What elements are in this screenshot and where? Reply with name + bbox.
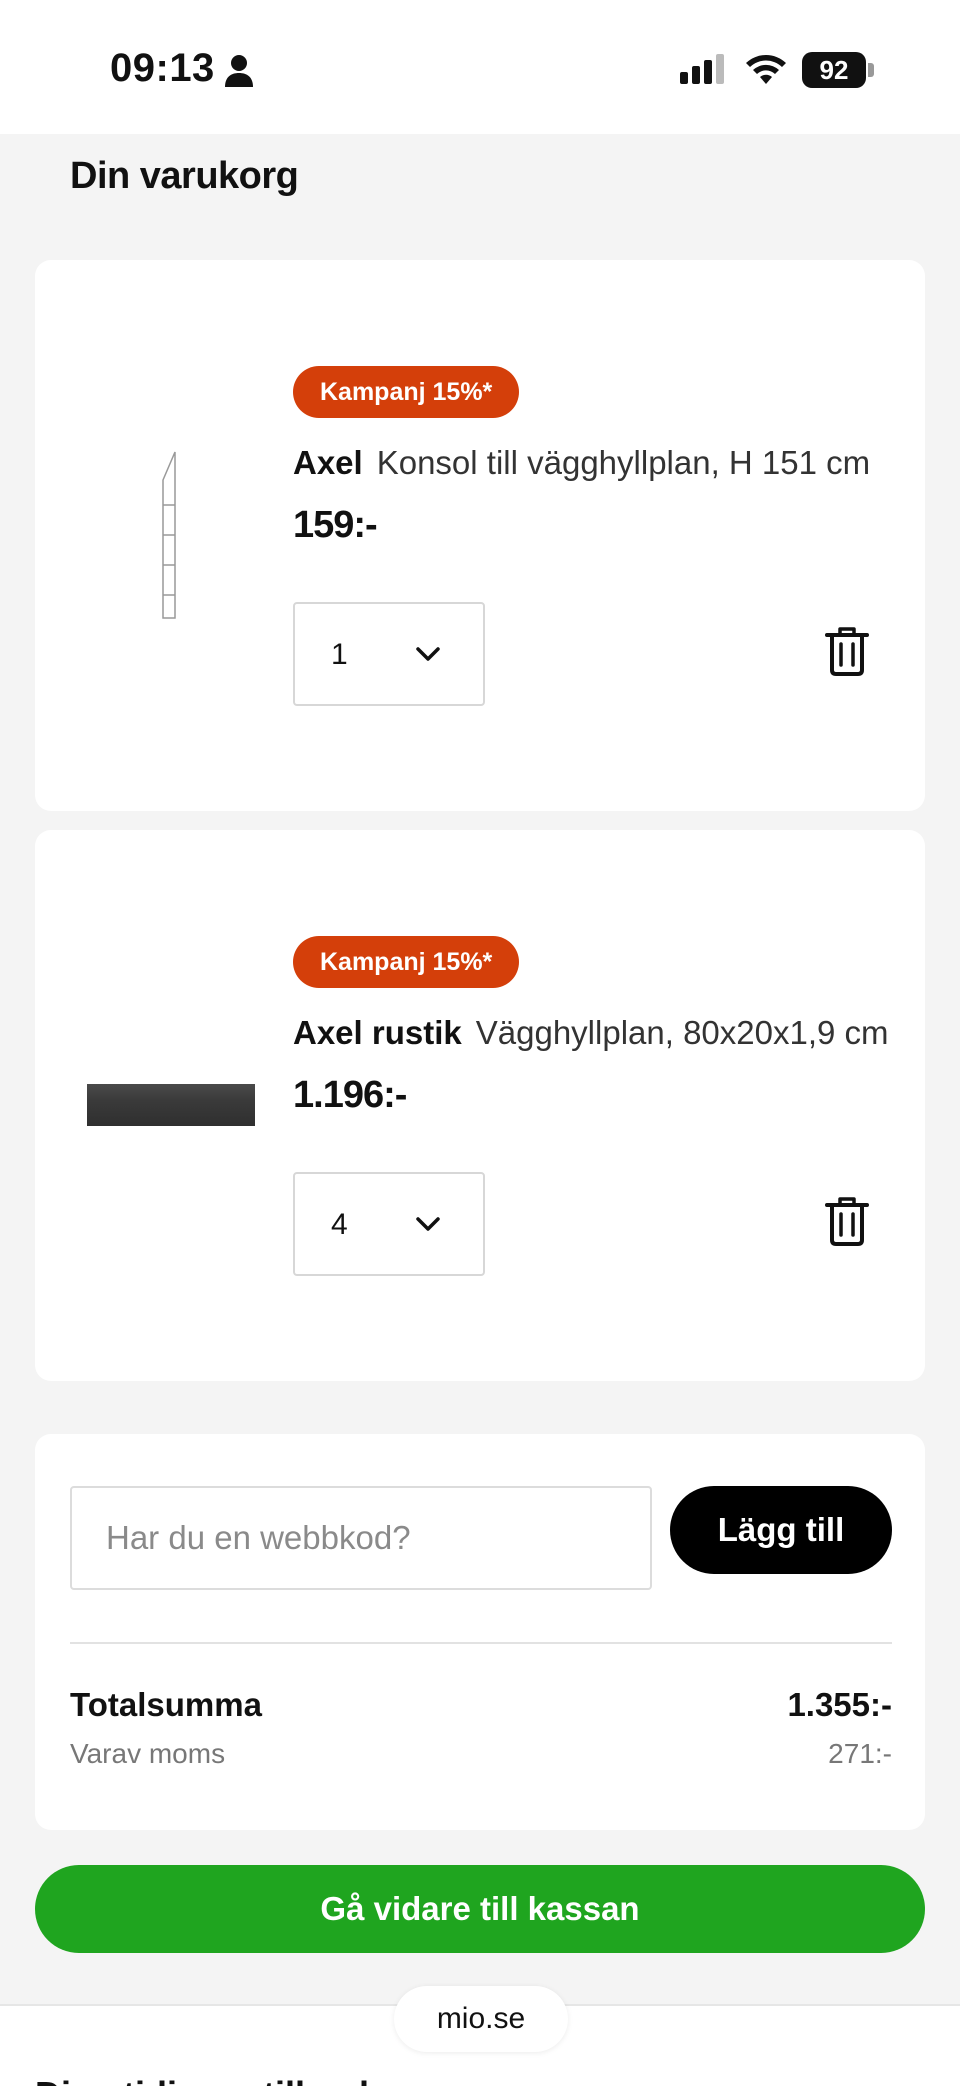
chevron-down-icon xyxy=(416,647,440,661)
battery-cap xyxy=(868,63,874,77)
quantity-value: 1 xyxy=(331,638,348,671)
campaign-badge: Kampanj 15%* xyxy=(293,936,520,988)
vat-value: 271:- xyxy=(828,1738,892,1769)
product-name: Axel xyxy=(293,444,363,481)
battery-icon: 92 xyxy=(802,52,874,88)
chevron-down-icon xyxy=(416,1217,440,1231)
product-price: 1.196:- xyxy=(293,1074,407,1116)
trash-icon[interactable] xyxy=(825,1196,869,1246)
total-label: Totalsumma xyxy=(70,1686,262,1723)
cart-item: Kampanj 15%* Axel Konsol till vägghyllpla… xyxy=(35,260,925,811)
browser-url-bar[interactable]: mio.se xyxy=(394,1986,568,2052)
product-title[interactable]: Axel Konsol till vägghyllplan, H 151 cm xyxy=(293,444,870,482)
section-heading: Dina tidigare tillagda xyxy=(35,2074,389,2086)
order-summary: Lägg till Totalsumma 1.355:- Varav moms … xyxy=(35,1434,925,1830)
battery-level: 92 xyxy=(802,52,866,88)
quantity-select[interactable]: 1 xyxy=(293,602,485,706)
webbkod-input[interactable] xyxy=(70,1486,652,1590)
signal-icon xyxy=(680,54,724,84)
product-description: Vägghyllplan, 80x20x1,9 cm xyxy=(475,1014,889,1051)
person-icon xyxy=(225,55,253,87)
quantity-value: 4 xyxy=(331,1208,348,1241)
page-title: Din varukorg xyxy=(70,155,299,197)
status-bar: 09:13 92 xyxy=(0,0,960,134)
status-time: 09:13 xyxy=(110,46,215,90)
product-name: Axel rustik xyxy=(293,1014,462,1051)
total-value: 1.355:- xyxy=(787,1686,892,1723)
campaign-badge: Kampanj 15%* xyxy=(293,366,520,418)
product-image xyxy=(87,1084,255,1126)
add-code-button[interactable]: Lägg till xyxy=(670,1486,892,1574)
divider xyxy=(70,1642,892,1644)
quantity-select[interactable]: 4 xyxy=(293,1172,485,1276)
product-title[interactable]: Axel rustik Vägghyllplan, 80x20x1,9 cm xyxy=(293,1014,889,1052)
checkout-button[interactable]: Gå vidare till kassan xyxy=(35,1865,925,1953)
cart-item: Kampanj 15%* Axel rustik Vägghyllplan, 80… xyxy=(35,830,925,1381)
product-price: 159:- xyxy=(293,504,378,546)
product-description: Konsol till vägghyllplan, H 151 cm xyxy=(376,444,871,481)
vat-label: Varav moms xyxy=(70,1738,226,1769)
trash-icon[interactable] xyxy=(825,626,869,676)
product-image xyxy=(162,451,176,619)
wifi-icon xyxy=(746,55,786,84)
